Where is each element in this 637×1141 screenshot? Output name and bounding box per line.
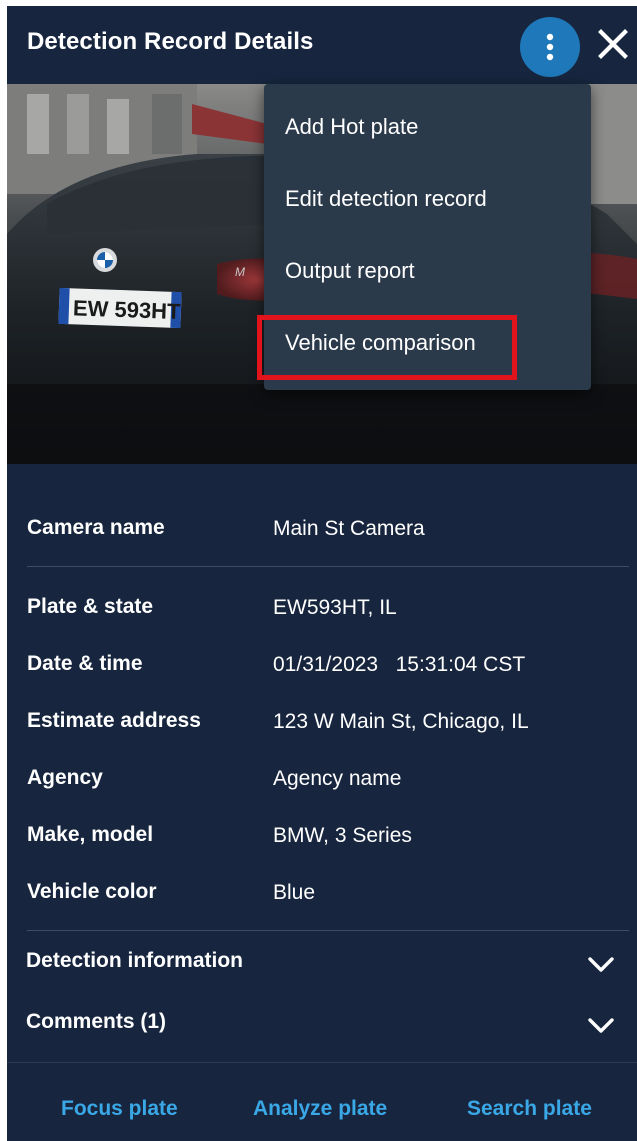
detail-label: Agency xyxy=(27,766,103,789)
menu-item-add-hot-plate[interactable]: Add Hot plate xyxy=(264,95,591,159)
detail-value: Main St Camera xyxy=(273,517,425,540)
chevron-down-icon xyxy=(588,1018,614,1033)
analyze-plate-button[interactable]: Analyze plate xyxy=(253,1097,387,1121)
search-plate-button[interactable]: Search plate xyxy=(467,1097,592,1121)
section-comments[interactable]: Comments (1) xyxy=(7,998,637,1054)
menu-item-vehicle-comparison[interactable]: Vehicle comparison xyxy=(264,311,591,375)
page-title: Detection Record Details xyxy=(27,28,314,55)
detail-value: 01/31/2023 15:31:04 CST xyxy=(273,653,526,676)
focus-plate-button[interactable]: Focus plate xyxy=(61,1097,178,1121)
divider xyxy=(27,930,629,931)
detail-value: BMW, 3 Series xyxy=(273,824,412,847)
section-detection-information[interactable]: Detection information xyxy=(7,937,637,993)
close-icon xyxy=(598,29,628,59)
section-label: Detection information xyxy=(26,949,244,972)
detail-value: Blue xyxy=(273,881,316,904)
divider xyxy=(27,566,629,567)
detail-label: Camera name xyxy=(27,516,165,539)
footer-actions: Focus plate Analyze plate Search plate xyxy=(7,1062,637,1141)
chevron-down-icon xyxy=(588,957,614,972)
plate-text: EW 593HT xyxy=(73,295,182,324)
detail-label: Make, model xyxy=(27,823,154,846)
menu-item-output-report[interactable]: Output report xyxy=(264,239,591,303)
detail-row-make: Make, model BMW, 3 Series xyxy=(27,823,627,863)
detail-label: Plate & state xyxy=(27,595,154,618)
detail-value: Agency name xyxy=(273,767,402,790)
detail-row-datetime: Date & time 01/31/2023 15:31:04 CST xyxy=(27,652,627,692)
detail-row-camera: Camera name Main St Camera xyxy=(27,516,627,556)
detail-label: Date & time xyxy=(27,652,143,675)
app-window: Detection Record Details EW 593HT M Add … xyxy=(7,6,637,1141)
vertical-dots-icon xyxy=(546,33,554,61)
detail-row-address: Estimate address 123 W Main St, Chicago,… xyxy=(27,709,627,749)
detail-value: EW593HT, IL xyxy=(273,596,397,619)
section-label: Comments (1) xyxy=(26,1010,167,1033)
detail-row-plate: Plate & state EW593HT, IL xyxy=(27,595,627,635)
more-options-button[interactable] xyxy=(520,17,580,77)
header-bar: Detection Record Details xyxy=(7,6,637,84)
detail-row-agency: Agency Agency name xyxy=(27,766,627,806)
detail-value: 123 W Main St, Chicago, IL xyxy=(273,710,529,733)
svg-text:M: M xyxy=(235,265,245,279)
menu-item-edit-detection-record[interactable]: Edit detection record xyxy=(264,167,591,231)
detail-label: Vehicle color xyxy=(27,880,157,903)
options-menu: Add Hot plate Edit detection record Outp… xyxy=(264,84,591,390)
detail-label: Estimate address xyxy=(27,709,201,732)
detail-row-color: Vehicle color Blue xyxy=(27,880,627,920)
close-button[interactable] xyxy=(593,24,633,64)
